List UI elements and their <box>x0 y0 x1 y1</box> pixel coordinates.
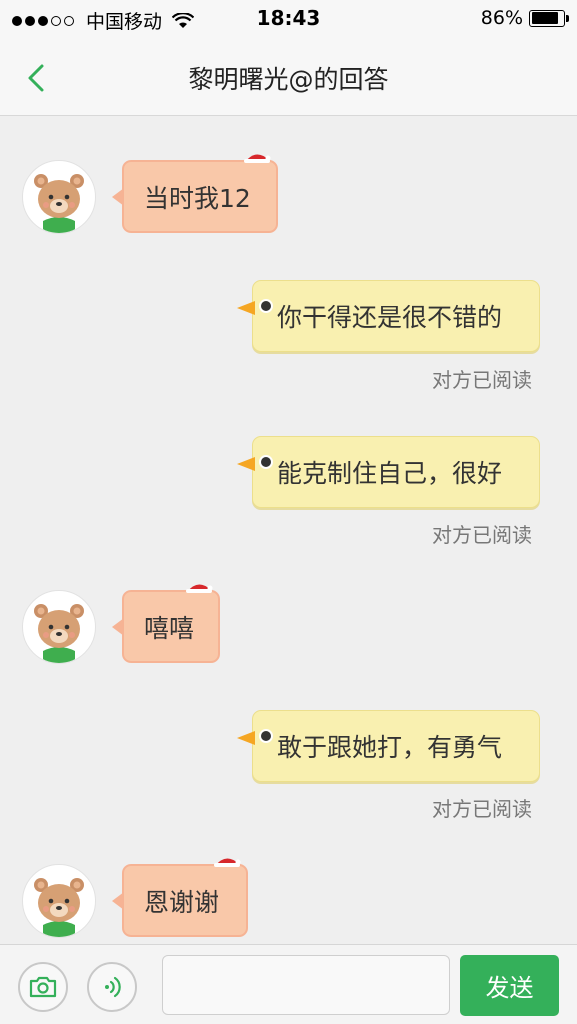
message-text: 能克制住自己，很好 <box>277 459 503 488</box>
message-bubble-outgoing[interactable]: 能克制住自己，很好 <box>237 436 540 508</box>
input-bar: 发送 <box>0 944 577 1024</box>
read-receipt: 对方已阅读 <box>432 368 532 392</box>
message-text: 你干得还是很不错的 <box>277 303 503 332</box>
camera-button[interactable] <box>18 962 68 1012</box>
message-text: 嘻嘻 <box>144 613 195 643</box>
read-receipt: 对方已阅读 <box>432 523 532 547</box>
message-text: 恩谢谢 <box>144 887 220 917</box>
message-bubble-outgoing[interactable]: 敢于跟她打，有勇气 <box>237 710 540 782</box>
message-bubble-incoming[interactable]: 恩谢谢 <box>112 858 248 937</box>
camera-icon <box>29 976 57 998</box>
message-bubble-outgoing[interactable]: 你干得还是很不错的 <box>237 280 540 352</box>
message-bubble-incoming[interactable]: 嘻嘻 <box>112 584 220 663</box>
battery-icon <box>529 9 569 27</box>
navigation-bar: 黎明曙光@的回答 <box>0 38 577 116</box>
read-receipt: 对方已阅读 <box>432 797 532 821</box>
avatar[interactable] <box>22 864 96 938</box>
battery-info: 86% <box>480 7 569 29</box>
send-button[interactable]: 发送 <box>460 955 559 1016</box>
status-bar: 中国移动 18:43 86% <box>0 0 577 38</box>
message-text: 敢于跟她打，有勇气 <box>277 733 503 762</box>
santa-hat-icon <box>214 858 241 867</box>
page-title: 黎明曙光@的回答 <box>188 65 389 94</box>
voice-button[interactable] <box>87 962 137 1012</box>
message-text: 当时我12 <box>144 183 251 213</box>
avatar[interactable] <box>22 590 96 664</box>
santa-hat-icon <box>244 154 271 163</box>
message-input[interactable] <box>162 955 450 1015</box>
santa-hat-icon <box>186 584 213 593</box>
battery-percent: 86% <box>480 7 523 29</box>
avatar[interactable] <box>22 160 96 234</box>
voice-icon <box>105 976 121 998</box>
message-bubble-incoming[interactable]: 当时我12 <box>112 154 278 233</box>
